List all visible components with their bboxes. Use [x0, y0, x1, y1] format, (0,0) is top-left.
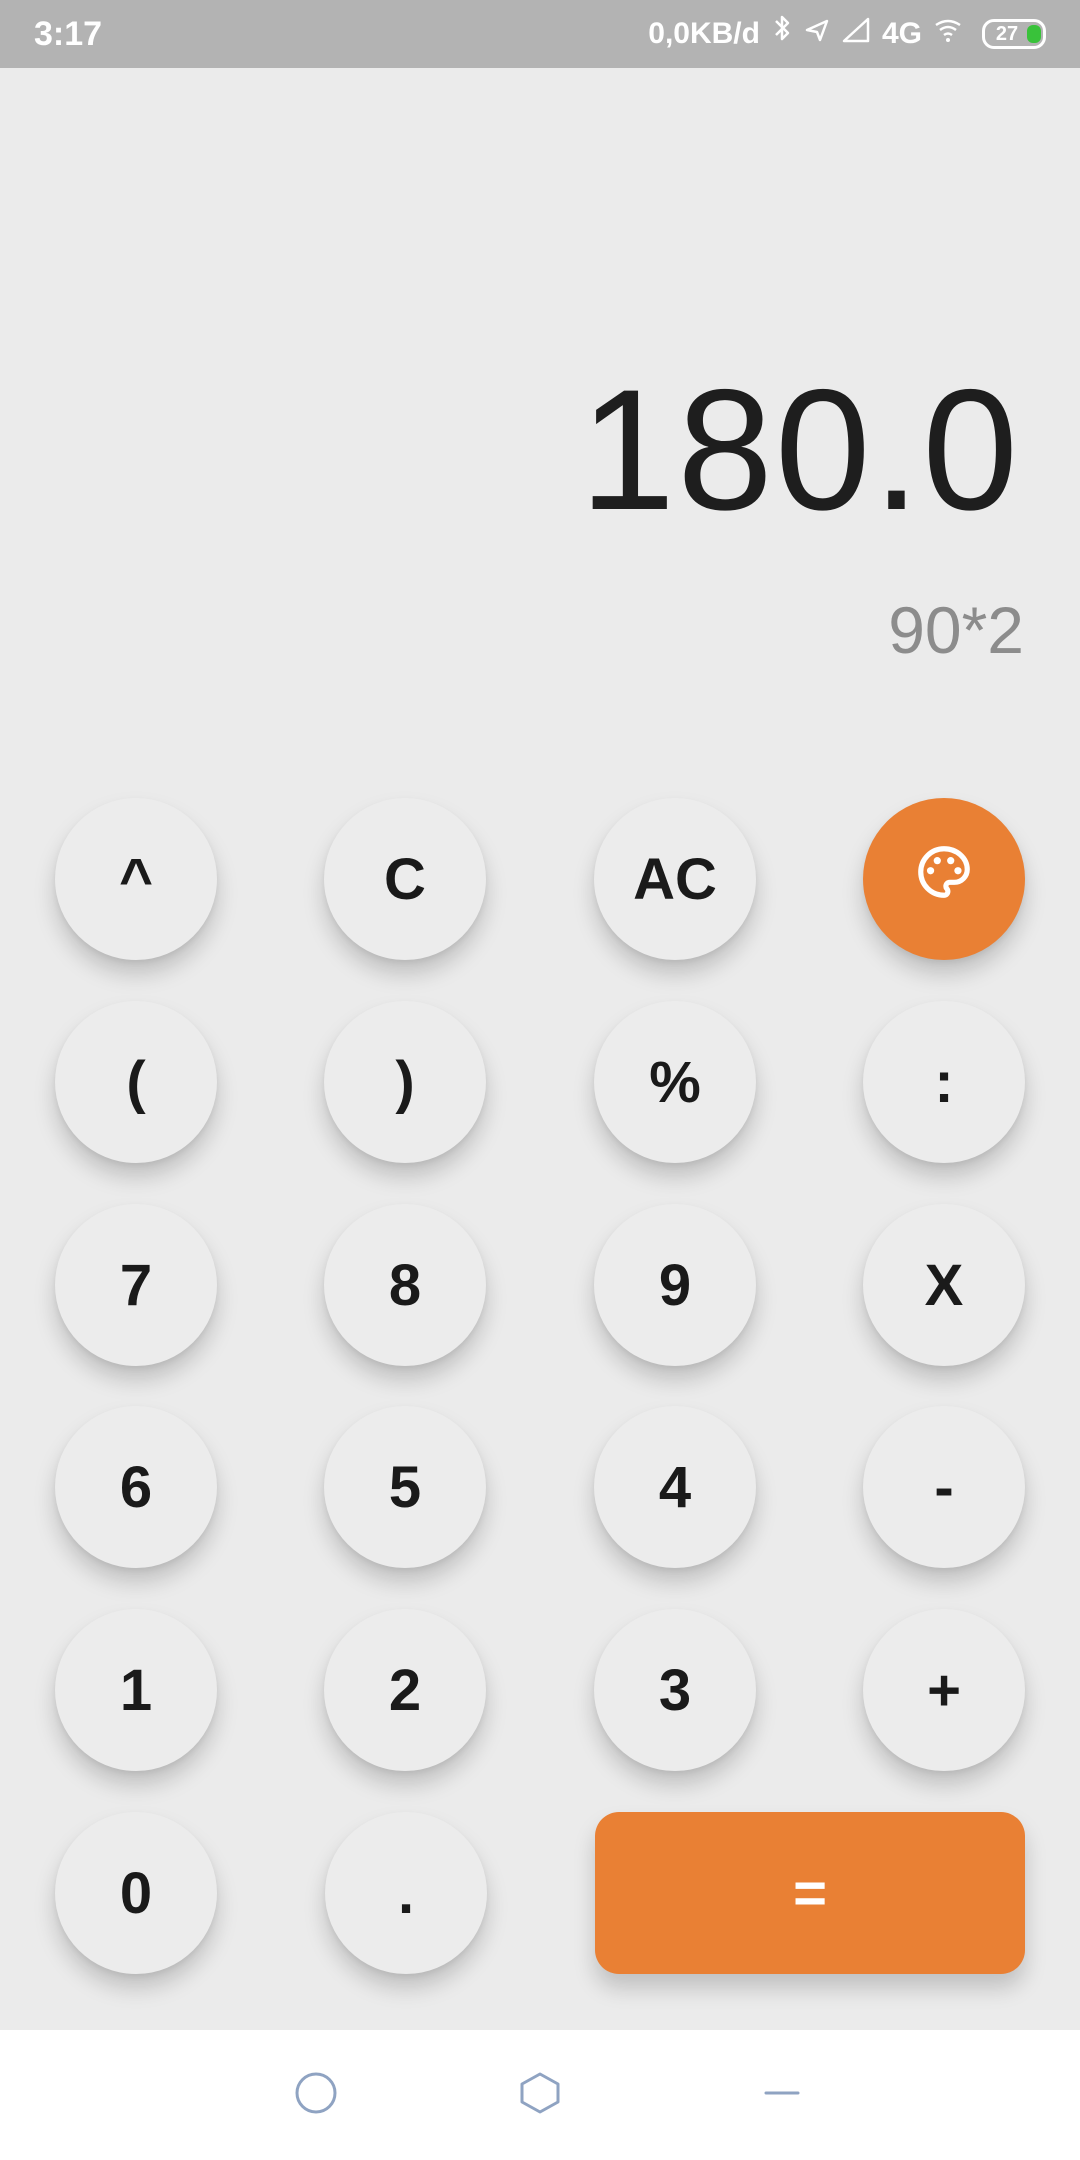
- decimal-button[interactable]: .: [325, 1812, 487, 1974]
- multiply-button[interactable]: X: [863, 1204, 1025, 1366]
- status-time: 3:17: [34, 15, 103, 53]
- equals-button[interactable]: =: [595, 1812, 1025, 1974]
- clear-button[interactable]: C: [324, 798, 486, 960]
- wifi-icon: [934, 12, 962, 56]
- network-speed: 0,0KB/d: [648, 17, 760, 50]
- digit-6-button[interactable]: 6: [55, 1406, 217, 1568]
- all-clear-button[interactable]: AC: [594, 798, 756, 960]
- digit-3-button[interactable]: 3: [594, 1609, 756, 1771]
- battery-icon: 27: [982, 19, 1046, 49]
- divide-button[interactable]: :: [863, 1001, 1025, 1163]
- digit-5-button[interactable]: 5: [324, 1406, 486, 1568]
- navigation-bar: [0, 2030, 1080, 2160]
- location-icon: [804, 12, 830, 56]
- battery-level: 27: [995, 22, 1019, 45]
- status-indicators: 0,0KB/d 4G 27: [648, 12, 1046, 56]
- expression-display: 90*2: [888, 593, 1024, 667]
- recents-button[interactable]: [281, 2060, 351, 2130]
- close-paren-button[interactable]: ): [324, 1001, 486, 1163]
- digit-8-button[interactable]: 8: [324, 1204, 486, 1366]
- open-paren-button[interactable]: (: [55, 1001, 217, 1163]
- back-button[interactable]: [747, 2060, 817, 2130]
- palette-icon: [913, 841, 975, 917]
- caret-button[interactable]: ^: [55, 798, 217, 960]
- network-type: 4G: [881, 17, 922, 50]
- theme-button[interactable]: [863, 798, 1025, 960]
- minus-button[interactable]: -: [863, 1406, 1025, 1568]
- recents-icon: [292, 2069, 340, 2122]
- digit-1-button[interactable]: 1: [55, 1609, 217, 1771]
- bluetooth-icon: [772, 12, 792, 56]
- digit-7-button[interactable]: 7: [55, 1204, 217, 1366]
- digit-0-button[interactable]: 0: [55, 1812, 217, 1974]
- digit-2-button[interactable]: 2: [324, 1609, 486, 1771]
- result-display: 180.0: [579, 354, 1020, 546]
- signal-icon: [842, 12, 870, 56]
- status-bar: 3:17 0,0KB/d 4G 27: [0, 0, 1080, 68]
- digit-9-button[interactable]: 9: [594, 1204, 756, 1366]
- home-button[interactable]: [505, 2060, 575, 2130]
- digit-4-button[interactable]: 4: [594, 1406, 756, 1568]
- home-icon: [516, 2069, 564, 2122]
- percent-button[interactable]: %: [594, 1001, 756, 1163]
- plus-button[interactable]: +: [863, 1609, 1025, 1771]
- back-icon: [758, 2069, 806, 2122]
